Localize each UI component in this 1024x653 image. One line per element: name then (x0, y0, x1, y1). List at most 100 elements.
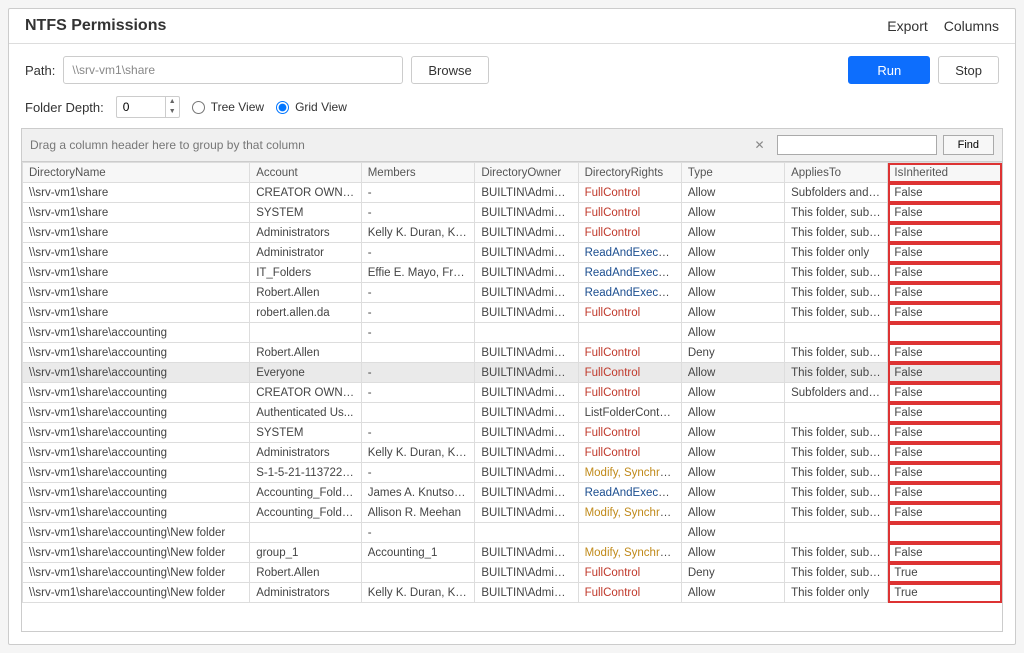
cell: False (888, 183, 1002, 203)
stop-button[interactable]: Stop (938, 56, 999, 84)
cell: False (888, 203, 1002, 223)
cell: Administrator (250, 243, 362, 263)
window: NTFS Permissions Export Columns Path: Br… (8, 8, 1016, 645)
depth-spinner[interactable]: ▲ ▼ (165, 97, 179, 117)
table-row[interactable]: \\srv-vm1\share\accountingAuthenticated … (23, 403, 1002, 423)
cell: Allison R. Meehan (361, 503, 475, 523)
cell: FullControl (578, 183, 681, 203)
cell: Allow (681, 263, 784, 283)
cell: Robert.Allen (250, 563, 362, 583)
cell: CREATOR OWNER (250, 183, 362, 203)
cell: False (888, 483, 1002, 503)
path-input[interactable] (63, 56, 403, 84)
table-row[interactable]: \\srv-vm1\shareRobert.Allen-BUILTIN\Admi… (23, 283, 1002, 303)
data-grid[interactable]: DirectoryName Account Members DirectoryO… (22, 162, 1002, 631)
cell: Allow (681, 483, 784, 503)
tree-view-input[interactable] (192, 101, 205, 114)
cell: \\srv-vm1\share\accounting\New folder (23, 583, 250, 603)
table-row[interactable]: \\srv-vm1\share\accounting\New folderRob… (23, 563, 1002, 583)
col-isinherited[interactable]: IsInherited (888, 163, 1002, 183)
cell: \\srv-vm1\share\accounting (23, 323, 250, 343)
cell: Effie E. Mayo, Fre... (361, 263, 475, 283)
table-row[interactable]: \\srv-vm1\shareCREATOR OWNER-BUILTIN\Adm… (23, 183, 1002, 203)
table-row[interactable]: \\srv-vm1\share\accounting-Allow (23, 323, 1002, 343)
cell: \\srv-vm1\share\accounting (23, 403, 250, 423)
table-body: \\srv-vm1\shareCREATOR OWNER-BUILTIN\Adm… (23, 183, 1002, 603)
find-input[interactable] (777, 135, 937, 155)
cell: - (361, 303, 475, 323)
col-type[interactable]: Type (681, 163, 784, 183)
col-directoryname[interactable]: DirectoryName (23, 163, 250, 183)
depth-field[interactable]: ▲ ▼ (116, 96, 180, 118)
cell: Kelly K. Duran, Kel... (361, 583, 475, 603)
find-button[interactable]: Find (943, 135, 994, 155)
cell: FullControl (578, 223, 681, 243)
browse-button[interactable]: Browse (411, 56, 488, 84)
table-row[interactable]: \\srv-vm1\share\accountingRobert.AllenBU… (23, 343, 1002, 363)
cell: FullControl (578, 363, 681, 383)
cell: BUILTIN\Administr... (475, 303, 578, 323)
col-members[interactable]: Members (361, 163, 475, 183)
clear-group-icon[interactable]: ✕ (749, 138, 771, 152)
run-button[interactable]: Run (848, 56, 930, 84)
cell: False (888, 543, 1002, 563)
cell: This folder, subfol... (785, 223, 888, 243)
cell: \\srv-vm1\share\accounting (23, 443, 250, 463)
cell: Allow (681, 363, 784, 383)
cell: BUILTIN\Administr... (475, 343, 578, 363)
table-row[interactable]: \\srv-vm1\share\accountingS-1-5-21-11372… (23, 463, 1002, 483)
tree-view-radio[interactable]: Tree View (192, 100, 264, 114)
table-row[interactable]: \\srv-vm1\share\accountingAccounting_Fol… (23, 503, 1002, 523)
cell: \\srv-vm1\share (23, 183, 250, 203)
tree-view-label: Tree View (211, 100, 264, 114)
table-row[interactable]: \\srv-vm1\share\accountingSYSTEM-BUILTIN… (23, 423, 1002, 443)
grid-view-radio[interactable]: Grid View (276, 100, 347, 114)
table-row[interactable]: \\srv-vm1\share\accounting\New folder-Al… (23, 523, 1002, 543)
toolbar: Path: Browse Run Stop (9, 44, 1015, 96)
columns-link[interactable]: Columns (944, 18, 999, 34)
grid-view-input[interactable] (276, 101, 289, 114)
spinner-down-icon[interactable]: ▼ (166, 107, 179, 117)
cell: False (888, 263, 1002, 283)
export-link[interactable]: Export (887, 18, 927, 34)
table-row[interactable]: \\srv-vm1\shareSYSTEM-BUILTIN\Administr.… (23, 203, 1002, 223)
col-account[interactable]: Account (250, 163, 362, 183)
table-row[interactable]: \\srv-vm1\sharerobert.allen.da-BUILTIN\A… (23, 303, 1002, 323)
cell (475, 523, 578, 543)
cell: FullControl (578, 563, 681, 583)
cell: BUILTIN\Administr... (475, 383, 578, 403)
col-appliesto[interactable]: AppliesTo (785, 163, 888, 183)
header-links: Export Columns (887, 18, 999, 34)
cell: BUILTIN\Administr... (475, 403, 578, 423)
table-row[interactable]: \\srv-vm1\share\accounting\New foldergro… (23, 543, 1002, 563)
cell: BUILTIN\Administr... (475, 423, 578, 443)
table-row[interactable]: \\srv-vm1\share\accountingAccounting_Fol… (23, 483, 1002, 503)
cell (361, 563, 475, 583)
cell: Subfolders and files (785, 383, 888, 403)
table-row[interactable]: \\srv-vm1\shareAdministrator-BUILTIN\Adm… (23, 243, 1002, 263)
cell: IT_Folders (250, 263, 362, 283)
cell: This folder, subfol... (785, 443, 888, 463)
cell: False (888, 503, 1002, 523)
depth-input[interactable] (117, 100, 165, 114)
cell: This folder, subfol... (785, 563, 888, 583)
cell: Administrators (250, 583, 362, 603)
table-row[interactable]: \\srv-vm1\share\accountingCREATOR OWNER-… (23, 383, 1002, 403)
table-row[interactable]: \\srv-vm1\share\accountingEveryone-BUILT… (23, 363, 1002, 383)
cell: Subfolders and files (785, 183, 888, 203)
cell: BUILTIN\Administr... (475, 203, 578, 223)
table-row[interactable]: \\srv-vm1\shareAdministratorsKelly K. Du… (23, 223, 1002, 243)
cell: \\srv-vm1\share\accounting\New folder (23, 543, 250, 563)
table-row[interactable]: \\srv-vm1\share\accounting\New folderAdm… (23, 583, 1002, 603)
cell: ListFolderContent... (578, 403, 681, 423)
spinner-up-icon[interactable]: ▲ (166, 97, 179, 107)
cell: Accounting_Folde... (250, 503, 362, 523)
cell: BUILTIN\Administr... (475, 263, 578, 283)
col-directoryowner[interactable]: DirectoryOwner (475, 163, 578, 183)
cell: S-1-5-21-1137229... (250, 463, 362, 483)
col-directoryrights[interactable]: DirectoryRights (578, 163, 681, 183)
table-row[interactable]: \\srv-vm1\shareIT_FoldersEffie E. Mayo, … (23, 263, 1002, 283)
table-row[interactable]: \\srv-vm1\share\accountingAdministrators… (23, 443, 1002, 463)
cell: Robert.Allen (250, 343, 362, 363)
cell: \\srv-vm1\share (23, 223, 250, 243)
